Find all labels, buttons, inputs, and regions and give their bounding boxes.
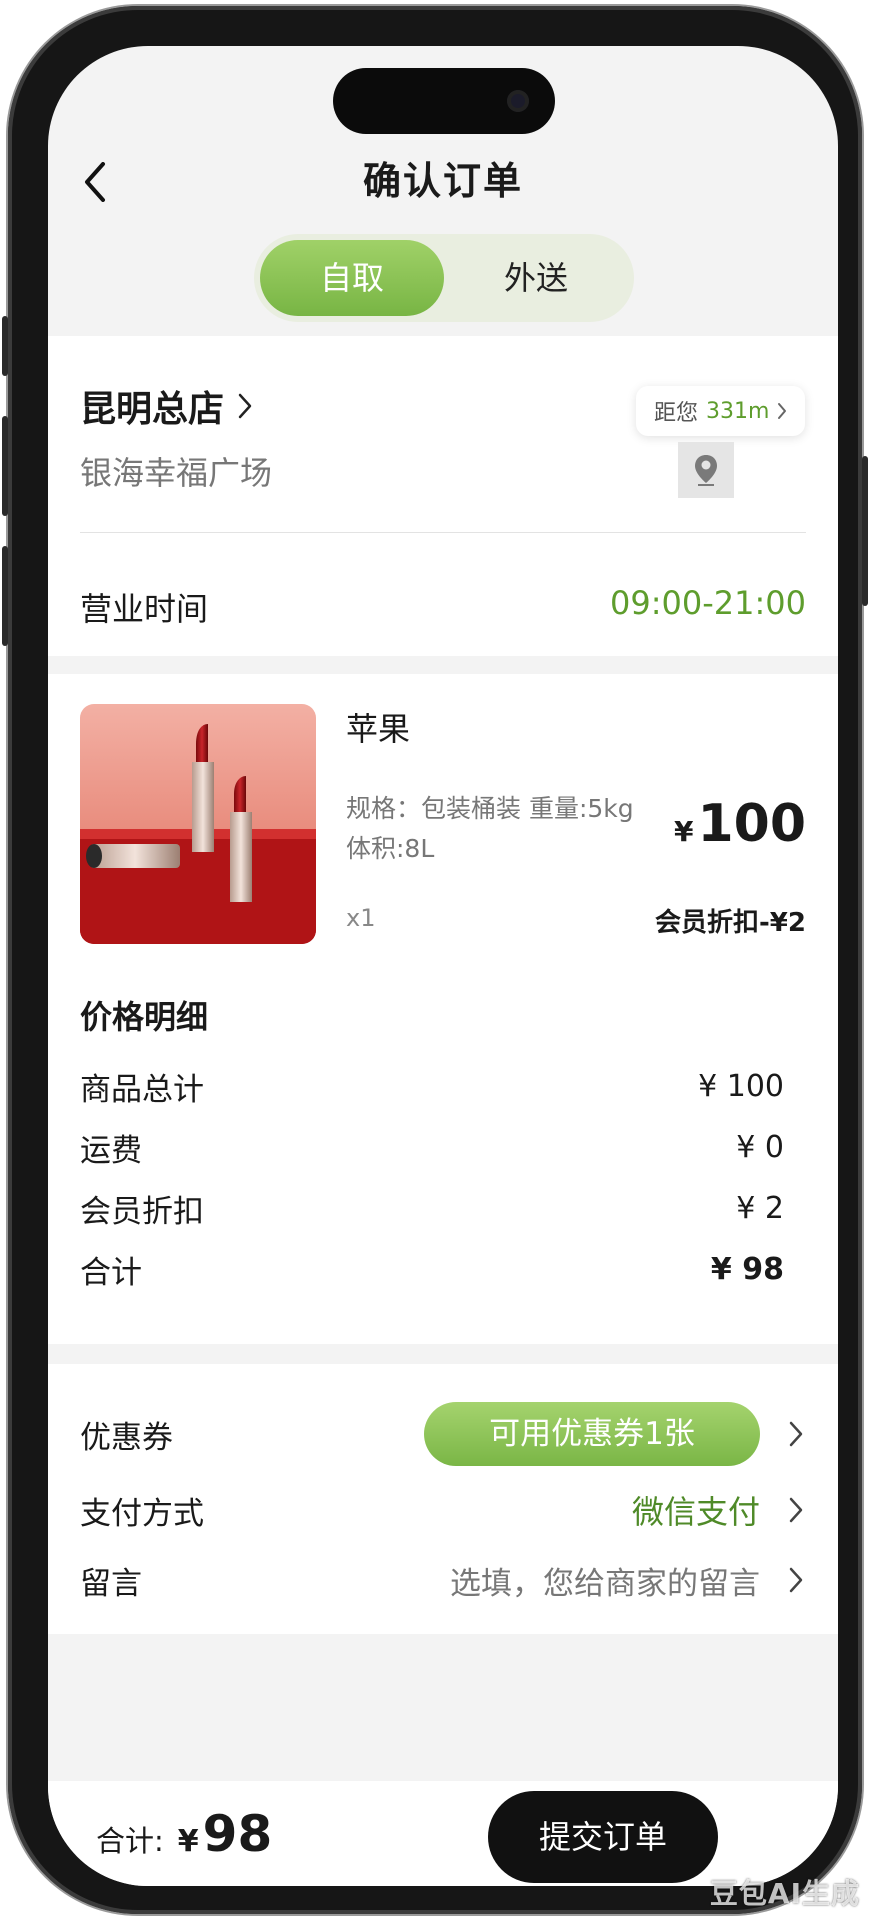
volume-down-button xyxy=(2,546,8,646)
phone-frame: 确认订单 自取 外送 昆明总店 银海幸福广场 距您 331m 营业时间 09:0… xyxy=(2,6,868,1914)
price-row-value: ¥ 100 xyxy=(698,1068,784,1104)
power-button xyxy=(862,456,868,606)
camera-icon xyxy=(507,90,529,112)
delivery-mode-toggle: 自取 外送 xyxy=(254,234,634,322)
tab-delivery[interactable]: 外送 xyxy=(444,240,628,316)
chevron-right-icon xyxy=(778,403,787,419)
product-image[interactable] xyxy=(80,704,316,944)
order-options-card: 优惠券 可用优惠券1张 支付方式 微信支付 留言 选填，您给商家的留言 xyxy=(48,1364,838,1634)
tab-pickup[interactable]: 自取 xyxy=(260,240,444,316)
submit-order-button[interactable]: 提交订单 xyxy=(488,1791,718,1883)
message-label: 留言 xyxy=(80,1565,142,1602)
store-name-link[interactable]: 昆明总店 xyxy=(80,380,252,432)
order-detail-card: 苹果 规格：包装桶装 重量:5kg 体积:8L ¥ 100 x1 会员折扣-¥2… xyxy=(48,674,838,1344)
total-amount: 98 xyxy=(202,1805,273,1863)
price-row-label: 会员折扣 xyxy=(80,1193,204,1230)
price-detail-title: 价格明细 xyxy=(80,998,209,1036)
product-spec-line: 规格：包装桶装 重量:5kg xyxy=(346,794,634,823)
price-row-member-discount: 会员折扣 ¥ 2 xyxy=(80,1186,784,1230)
lipstick-image xyxy=(80,724,316,944)
price-row-label: 运费 xyxy=(80,1132,142,1169)
chevron-left-icon xyxy=(85,162,105,202)
product-quantity: x1 xyxy=(346,904,376,932)
price-row-shipping: 运费 ¥ 0 xyxy=(80,1125,784,1169)
map-pin-icon xyxy=(695,455,717,486)
dynamic-island xyxy=(333,68,555,134)
coupon-button[interactable]: 可用优惠券1张 xyxy=(424,1402,760,1466)
coupon-row[interactable]: 优惠券 可用优惠券1张 xyxy=(80,1402,806,1466)
price-value: 100 xyxy=(697,794,806,854)
price-row-value: ¥ 2 xyxy=(736,1190,784,1226)
divider xyxy=(80,532,806,533)
payment-method-row[interactable]: 支付方式 微信支付 xyxy=(80,1480,806,1540)
store-card: 昆明总店 银海幸福广场 距您 331m 营业时间 09:00-21:00 xyxy=(48,336,838,656)
price-row-label: 商品总计 xyxy=(80,1071,204,1108)
total-label: 合计: xyxy=(96,1824,164,1858)
currency-symbol: ¥ xyxy=(177,1824,199,1859)
volume-up-button xyxy=(2,416,8,516)
store-address: 银海幸福广场 xyxy=(80,454,273,492)
app-screen: 确认订单 自取 外送 昆明总店 银海幸福广场 距您 331m 营业时间 09:0… xyxy=(48,46,838,1886)
distance-prefix: 距您 xyxy=(654,401,699,426)
currency-symbol: ¥ xyxy=(673,815,694,848)
bottom-total: 合计: ¥ 98 xyxy=(96,1805,272,1863)
price-row-subtotal: 商品总计 ¥ 100 xyxy=(80,1064,784,1108)
chevron-right-icon xyxy=(786,1419,806,1449)
chevron-right-icon xyxy=(786,1495,806,1525)
silent-switch xyxy=(2,316,8,376)
map-location-button[interactable] xyxy=(678,442,734,498)
product-spec: 规格：包装桶装 重量:5kg 体积:8L xyxy=(346,789,686,869)
payment-method-value: 微信支付 xyxy=(631,1493,760,1531)
product-name: 苹果 xyxy=(346,710,411,748)
product-volume-line: 体积:8L xyxy=(346,834,435,863)
price-row-value: ¥ 98 xyxy=(710,1251,784,1287)
nav-bar: 确认订单 xyxy=(48,146,838,216)
price-row-label: 合计 xyxy=(80,1254,142,1291)
coupon-label: 优惠券 xyxy=(80,1419,173,1456)
back-button[interactable] xyxy=(70,154,120,210)
chevron-right-icon xyxy=(238,393,252,419)
member-discount-badge: 会员折扣-¥2 xyxy=(655,908,806,938)
distance-value: 331m xyxy=(706,398,770,424)
distance-badge[interactable]: 距您 331m xyxy=(636,386,806,436)
business-hours-value: 09:00-21:00 xyxy=(610,584,806,622)
business-hours-label: 营业时间 xyxy=(80,590,209,628)
ai-watermark: 豆包AI生成 xyxy=(709,1877,860,1910)
product-price: ¥ 100 xyxy=(674,794,806,854)
store-name: 昆明总店 xyxy=(80,389,225,430)
page-title: 确认订单 xyxy=(362,159,523,203)
payment-method-label: 支付方式 xyxy=(80,1495,204,1532)
message-input[interactable]: 选填，您给商家的留言 xyxy=(450,1558,760,1603)
price-row-total: 合计 ¥ 98 xyxy=(80,1247,784,1291)
checkout-bar: 合计: ¥ 98 提交订单 xyxy=(48,1781,838,1886)
message-row[interactable]: 留言 选填，您给商家的留言 xyxy=(80,1550,806,1610)
chevron-right-icon xyxy=(786,1565,806,1595)
price-row-value: ¥ 0 xyxy=(736,1129,784,1165)
